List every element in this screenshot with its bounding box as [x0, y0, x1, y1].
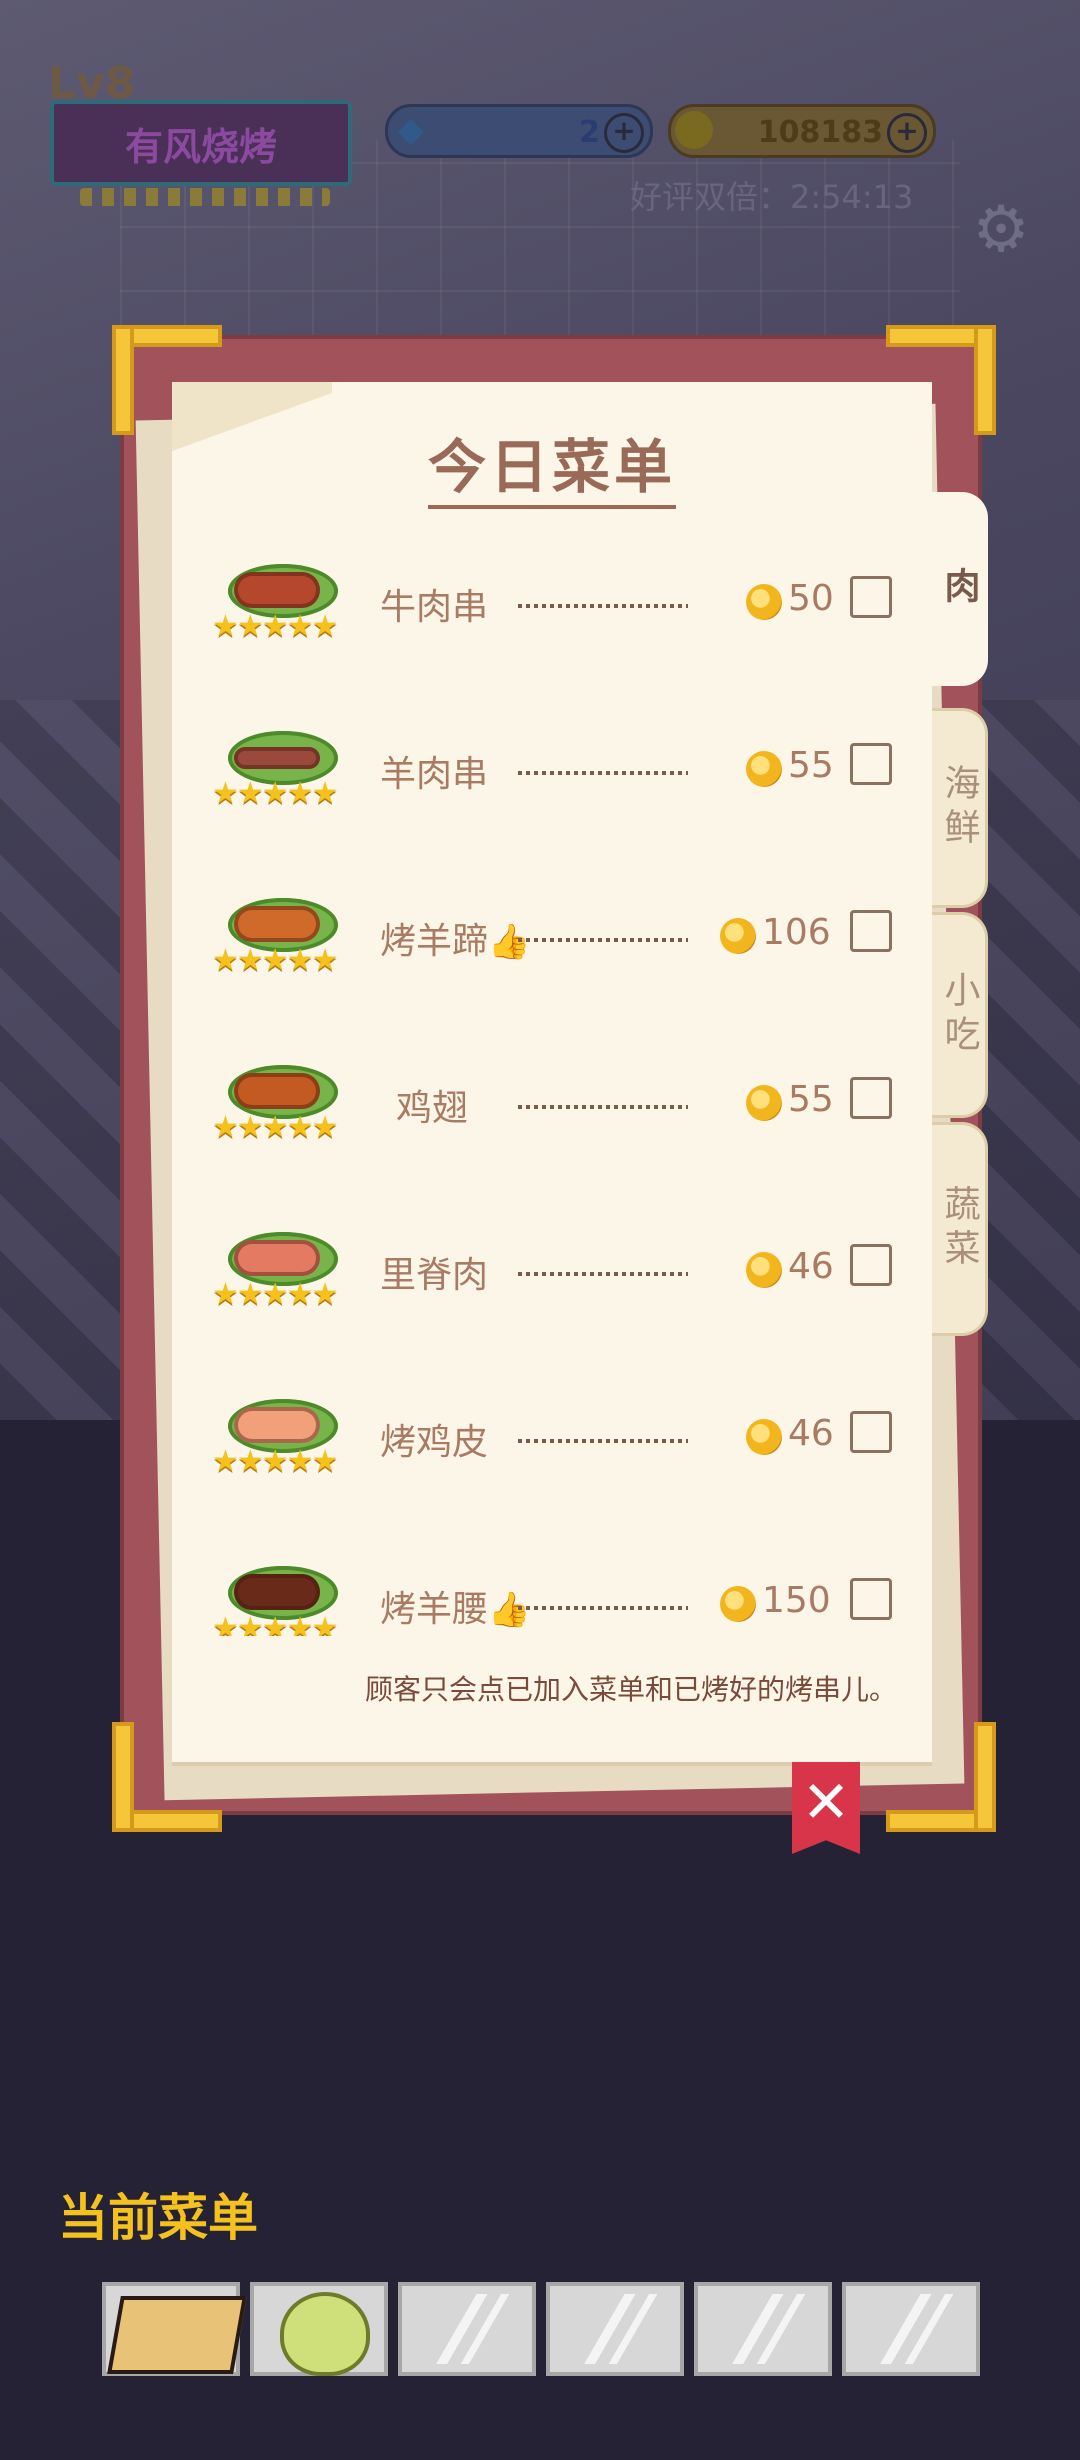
dish-image: ★★★★★ — [212, 1554, 352, 1636]
dish-price: 46 — [788, 1413, 834, 1454]
dish-image: ★★★★★ — [212, 1387, 352, 1487]
dotted-leader — [518, 1606, 688, 1610]
add-to-menu-checkbox[interactable] — [850, 1244, 892, 1286]
current-menu-slot-empty[interactable] — [398, 2282, 536, 2376]
current-menu-slot-empty[interactable] — [546, 2282, 684, 2376]
gem-icon: ◆ — [397, 110, 425, 150]
add-coins-button[interactable]: + — [887, 113, 927, 153]
coin-icon — [746, 1085, 782, 1121]
dish-name: 烤羊蹄👍 — [380, 921, 531, 962]
menu-item-row[interactable]: ★★★★★ 里脊肉 46 — [172, 1200, 932, 1350]
dish-price: 46 — [788, 1246, 834, 1287]
dish-price: 106 — [762, 912, 831, 953]
lamb-kidney — [234, 1574, 320, 1610]
star-rating: ★★★★★ — [212, 1444, 338, 1479]
frame-corner — [112, 325, 222, 435]
double-review-timer: 好评双倍：2:54:13 — [630, 178, 914, 216]
chicken-skin — [234, 1407, 320, 1443]
dotted-leader — [518, 1439, 688, 1443]
tab-meat[interactable]: 肉 — [932, 492, 988, 686]
add-gems-button[interactable]: + — [604, 113, 644, 153]
coin-icon — [746, 1419, 782, 1455]
dotted-leader — [518, 771, 688, 775]
star-rating: ★★★★★ — [212, 1110, 338, 1145]
star-rating: ★★★★★ — [212, 1277, 338, 1312]
coin-counter: 108183 + — [668, 104, 936, 158]
thumbs-up-icon: 👍 — [488, 922, 531, 962]
menu-item-row[interactable]: ★★★★★ 烤羊蹄👍 106 — [172, 866, 932, 1016]
meat-skewer — [234, 572, 320, 608]
dish-price: 150 — [762, 1580, 831, 1621]
add-to-menu-checkbox[interactable] — [850, 1411, 892, 1453]
dotted-leader — [518, 604, 688, 608]
coin-icon — [720, 918, 756, 954]
frame-corner — [112, 1722, 222, 1832]
frame-corner — [886, 325, 996, 435]
coin-value: 108183 — [757, 115, 883, 150]
add-to-menu-checkbox[interactable] — [850, 1077, 892, 1119]
menu-item-row[interactable]: ★★★★★ 羊肉串 55 — [172, 699, 932, 849]
current-menu-slot[interactable] — [102, 2282, 247, 2376]
shop-name-label: 有风烧烤 — [124, 124, 277, 169]
fried-rice-dish — [107, 2296, 247, 2374]
dish-image: ★★★★★ — [212, 1053, 352, 1153]
dish-name: 鸡翅 — [396, 1088, 469, 1129]
lamb-trotter — [234, 906, 320, 942]
dish-image: ★★★★★ — [212, 719, 352, 819]
dish-price: 55 — [788, 745, 834, 786]
coin-icon — [746, 751, 782, 787]
dotted-leader — [518, 938, 688, 942]
dotted-leader — [518, 1272, 688, 1276]
current-menu-title: 当前菜单 — [58, 2189, 258, 2247]
menu-item-row[interactable]: ★★★★★ 烤鸡皮 46 — [172, 1367, 932, 1517]
chicken-wing — [234, 1073, 320, 1109]
coin-icon — [746, 1252, 782, 1288]
add-to-menu-checkbox[interactable] — [850, 910, 892, 952]
menu-item-row[interactable]: ★★★★★ 烤羊腰👍 150 — [172, 1534, 932, 1636]
dish-name: 里脊肉 — [380, 1255, 489, 1296]
dish-image: ★★★★★ — [212, 886, 352, 986]
star-rating: ★★★★★ — [212, 776, 338, 811]
experience-bar — [80, 188, 330, 206]
thumbs-up-icon: 👍 — [488, 1590, 531, 1630]
current-menu-slot[interactable] — [250, 2282, 388, 2376]
dish-name: 牛肉串 — [380, 587, 489, 628]
dish-image: ★★★★★ — [212, 552, 352, 652]
frame-corner — [886, 1722, 996, 1832]
menu-note: 顾客只会点已加入菜单和已烤好的烤串儿。 — [364, 1673, 897, 1706]
dish-name: 羊肉串 — [380, 754, 489, 795]
meat-skewer — [234, 747, 320, 769]
current-menu-slot-empty[interactable] — [842, 2282, 980, 2376]
tab-vegetables[interactable]: 蔬菜 — [932, 1122, 988, 1336]
dotted-leader — [518, 1105, 688, 1109]
tab-seafood[interactable]: 海鲜 — [932, 708, 988, 908]
close-icon: ✕ — [801, 1768, 851, 1836]
menu-item-row[interactable]: ★★★★★ 牛肉串 50 — [172, 532, 932, 682]
gear-icon[interactable]: ⚙ — [966, 195, 1036, 265]
coin-icon — [675, 111, 713, 149]
tab-snacks[interactable]: 小吃 — [932, 912, 988, 1118]
menu-title: 今日菜单 — [172, 420, 932, 509]
dish-image: ★★★★★ — [212, 1220, 352, 1320]
shop-name-sign[interactable]: 有风烧烤 — [50, 100, 352, 186]
coin-icon — [746, 584, 782, 620]
star-rating: ★★★★★ — [212, 609, 338, 644]
pear-dish — [280, 2292, 370, 2376]
dish-price: 50 — [788, 578, 834, 619]
dish-price: 55 — [788, 1079, 834, 1120]
gem-value: 2 — [579, 115, 600, 150]
close-button[interactable]: ✕ — [792, 1762, 860, 1854]
menu-item-row[interactable]: ★★★★★ 鸡翅 55 — [172, 1033, 932, 1183]
dish-name: 烤羊腰👍 — [380, 1589, 531, 1630]
add-to-menu-checkbox[interactable] — [850, 743, 892, 785]
current-menu-slot-empty[interactable] — [694, 2282, 832, 2376]
tenderloin — [234, 1240, 320, 1276]
gem-counter: ◆ 2 + — [385, 104, 653, 158]
add-to-menu-checkbox[interactable] — [850, 576, 892, 618]
coin-icon — [720, 1586, 756, 1622]
star-rating: ★★★★★ — [212, 1611, 338, 1637]
dish-name: 烤鸡皮 — [380, 1422, 489, 1463]
star-rating: ★★★★★ — [212, 943, 338, 978]
add-to-menu-checkbox[interactable] — [850, 1578, 892, 1620]
